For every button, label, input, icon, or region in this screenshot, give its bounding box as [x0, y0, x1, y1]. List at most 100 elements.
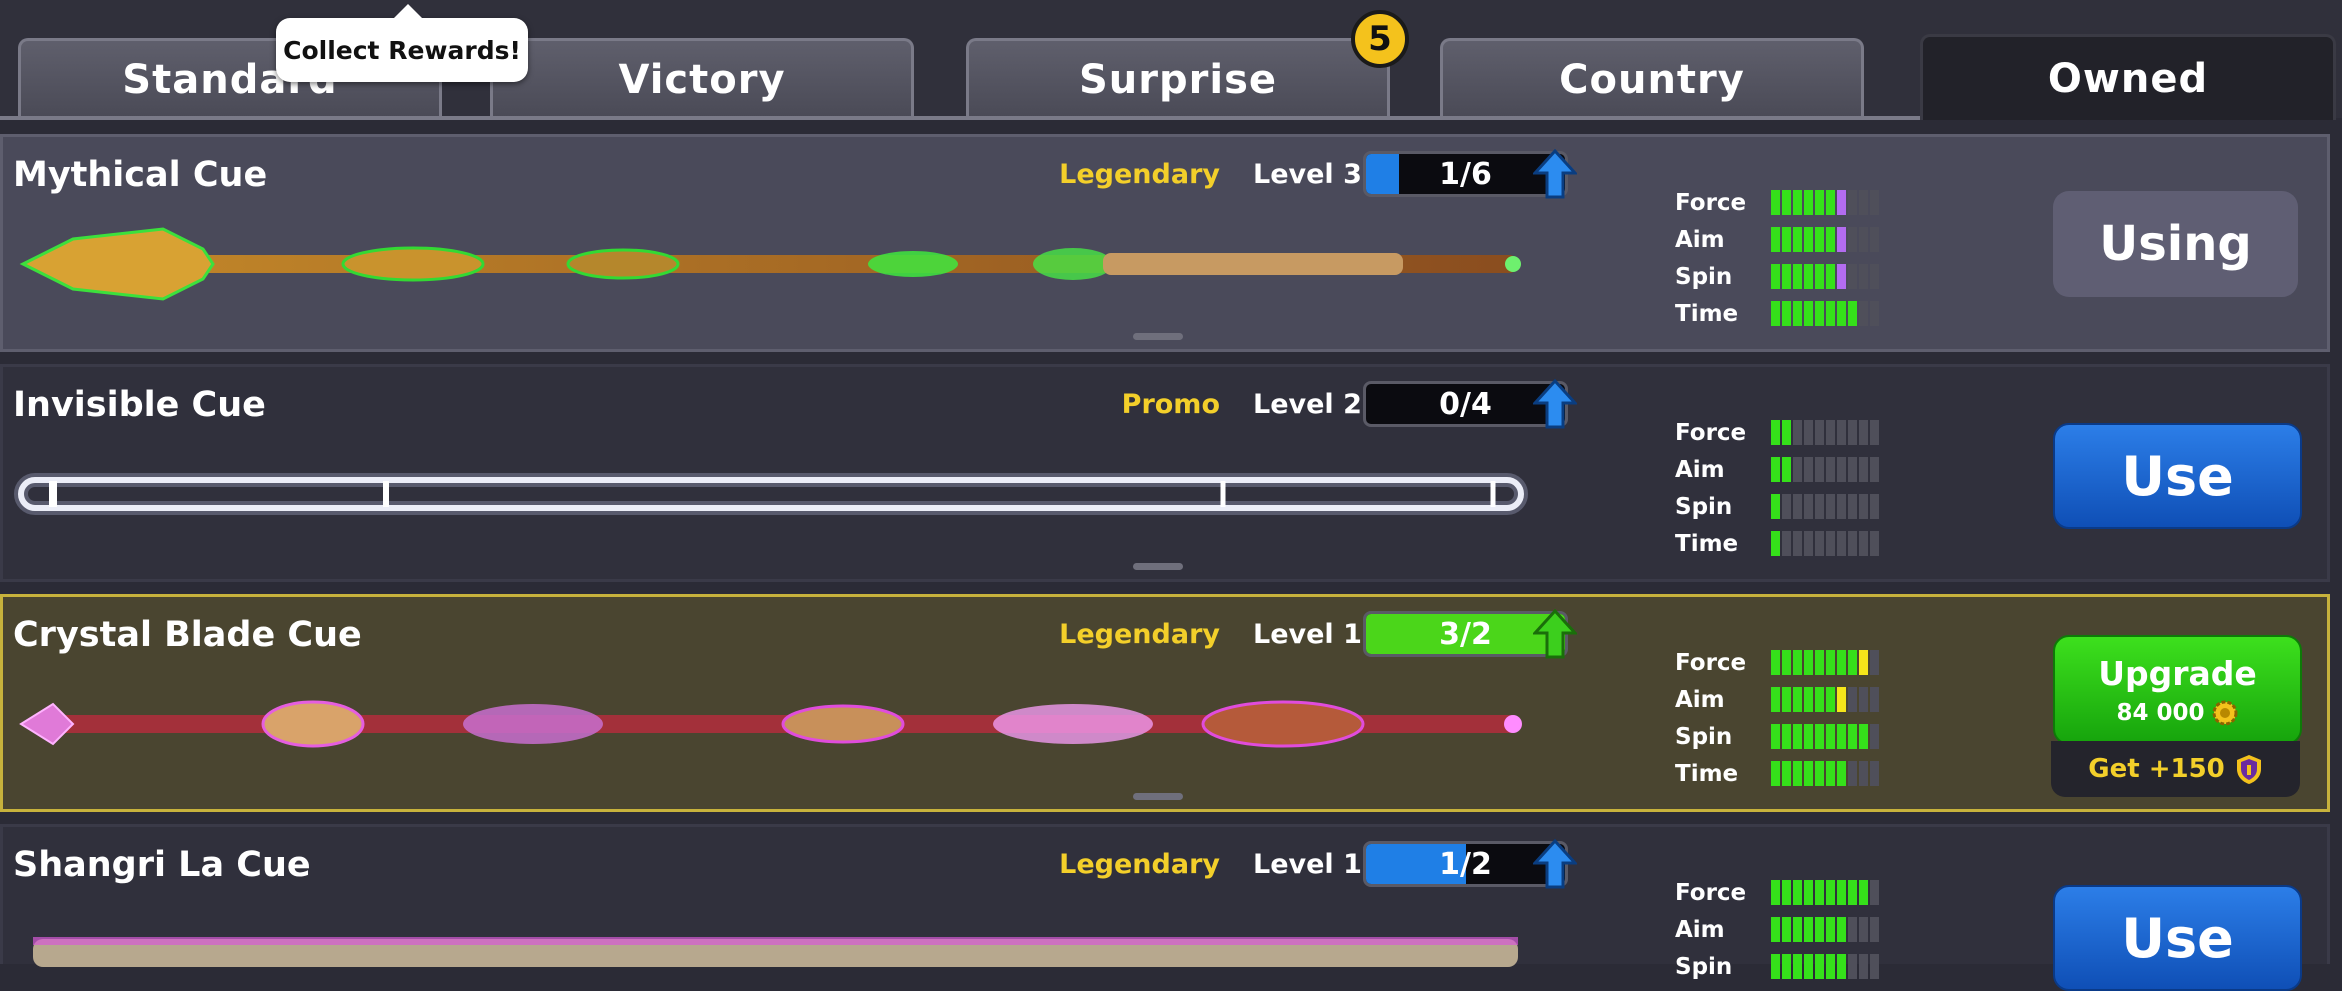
stat-segment [1782, 264, 1791, 289]
cue-row-crystal-blade[interactable]: Crystal Blade Cue Legendary Level 1 3/2 … [0, 594, 2330, 812]
stat-segment [1826, 457, 1835, 482]
stat-segment [1859, 301, 1868, 326]
stat-segment [1793, 917, 1802, 942]
stat-segment [1870, 190, 1879, 215]
cue-row-shangri-la[interactable]: Shangri La Cue Legendary Level 1 1/2 For… [0, 824, 2330, 991]
stat-segment [1859, 880, 1868, 905]
stat-segment [1782, 880, 1791, 905]
stat-segment [1804, 650, 1813, 675]
cue-row-invisible[interactable]: Invisible Cue Promo Level 2 0/4 Force Ai… [0, 364, 2330, 582]
stat-segment [1837, 954, 1846, 979]
stat-segment [1771, 761, 1780, 786]
stat-segment [1815, 457, 1824, 482]
stat-segment [1815, 761, 1824, 786]
stat-segment [1782, 687, 1791, 712]
stat-label-spin: Spin [1675, 264, 1733, 290]
stat-segment [1793, 227, 1802, 252]
bonus-info[interactable]: Get +150 [2051, 741, 2300, 797]
stat-segment [1837, 917, 1846, 942]
tab-surprise[interactable]: Surprise [966, 38, 1390, 118]
cue-row-mythical[interactable]: Mythical Cue Legendary Level 3 1/6 Force… [0, 134, 2330, 352]
cue-level: Level 1 [1253, 619, 1362, 650]
stat-segment [1870, 917, 1879, 942]
stat-segment [1815, 227, 1824, 252]
stat-segment [1804, 917, 1813, 942]
price-value: 84 000 [2116, 699, 2205, 726]
use-button[interactable]: Use [2053, 423, 2302, 529]
stat-segment [1870, 457, 1879, 482]
stat-segment [1815, 494, 1824, 519]
stat-label-force: Force [1675, 420, 1747, 446]
stat-segment [1870, 650, 1879, 675]
stat-segment [1859, 190, 1868, 215]
stat-segment [1859, 917, 1868, 942]
stat-segment [1782, 190, 1791, 215]
collect-rewards-tooltip[interactable]: Collect Rewards! [276, 4, 528, 82]
level-up-arrow-icon [1533, 149, 1577, 199]
tab-owned[interactable]: Owned [1920, 34, 2336, 120]
stat-segment [1771, 494, 1780, 519]
stat-bar-time [1771, 301, 1879, 326]
stat-segment [1826, 264, 1835, 289]
stat-bar-force [1771, 880, 1879, 905]
stat-segment [1870, 880, 1879, 905]
stat-segment [1870, 264, 1879, 289]
cue-name: Invisible Cue [13, 385, 266, 425]
stat-segment [1826, 650, 1835, 675]
stat-bar-force [1771, 650, 1879, 675]
stat-segment [1848, 264, 1857, 289]
cue-rarity: Legendary [1059, 849, 1220, 880]
stat-segment [1837, 457, 1846, 482]
stat-segment [1859, 687, 1868, 712]
stat-segment [1793, 531, 1802, 556]
stat-segment [1782, 917, 1791, 942]
using-button[interactable]: Using [2053, 191, 2298, 297]
stat-bar-spin [1771, 494, 1879, 519]
stat-segment [1837, 761, 1846, 786]
stat-segment [1870, 531, 1879, 556]
stat-segment [1848, 880, 1857, 905]
stat-segment [1826, 761, 1835, 786]
stat-segment [1870, 687, 1879, 712]
stat-segment [1815, 301, 1824, 326]
stat-bar-aim [1771, 457, 1879, 482]
cue-image [19, 700, 1522, 748]
stat-segment [1771, 650, 1780, 675]
stat-bar-force [1771, 420, 1879, 445]
stat-segment [1826, 420, 1835, 445]
stat-label-time: Time [1675, 761, 1739, 787]
stat-segment [1804, 227, 1813, 252]
stat-bar-time [1771, 531, 1879, 556]
cue-name: Mythical Cue [13, 155, 268, 195]
stat-segment [1804, 531, 1813, 556]
stat-segment [1837, 650, 1846, 675]
use-button[interactable]: Use [2053, 885, 2302, 991]
stat-segment [1848, 724, 1857, 749]
stat-segment [1848, 954, 1857, 979]
stat-segment [1870, 301, 1879, 326]
drag-handle [1133, 793, 1183, 800]
tab-victory[interactable]: Victory [490, 38, 914, 118]
cue-rarity: Legendary [1059, 159, 1220, 190]
stat-segment [1870, 954, 1879, 979]
stat-segment [1815, 917, 1824, 942]
stat-label-aim: Aim [1675, 917, 1725, 943]
stat-segment [1782, 301, 1791, 326]
stat-segment [1804, 457, 1813, 482]
stat-segment [1771, 917, 1780, 942]
stat-segment [1782, 724, 1791, 749]
stat-segment [1848, 227, 1857, 252]
stat-segment [1837, 724, 1846, 749]
stat-segment [1771, 420, 1780, 445]
tab-country[interactable]: Country [1440, 38, 1864, 118]
stat-segment [1804, 724, 1813, 749]
stat-segment [1793, 650, 1802, 675]
notification-badge: 5 [1351, 10, 1409, 68]
upgrade-button[interactable]: Upgrade 84 000 [2053, 635, 2302, 745]
stat-segment [1793, 457, 1802, 482]
stat-label-force: Force [1675, 650, 1747, 676]
stat-label-force: Force [1675, 190, 1747, 216]
stat-segment [1859, 457, 1868, 482]
cue-image [14, 473, 1528, 515]
stat-bar-force [1771, 190, 1879, 215]
